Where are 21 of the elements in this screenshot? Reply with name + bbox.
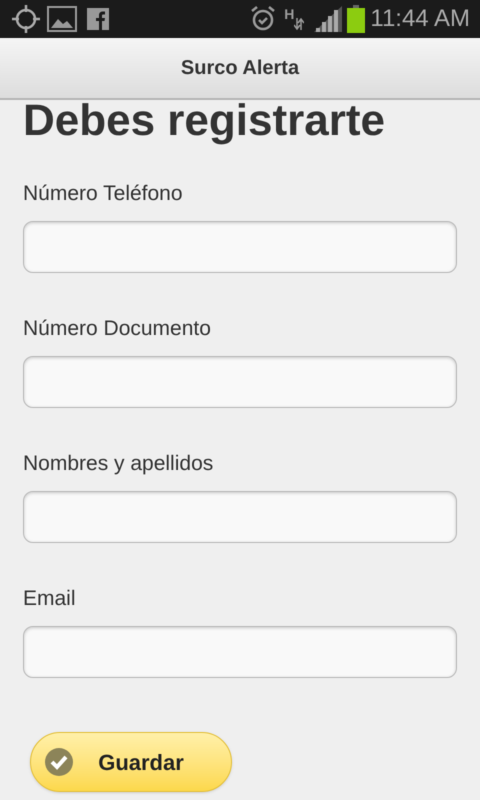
clock-time: 11:44 AM [370,4,470,34]
network-type: H [284,7,294,21]
signal-icon [314,6,342,32]
field-label: Email [23,586,77,612]
field-label: Número Teléfono [23,181,184,207]
save-button[interactable]: Guardar [30,732,232,792]
input-field[interactable] [23,491,457,543]
field-label: Número Documento [23,316,212,342]
input-field[interactable] [23,626,457,678]
image-icon [47,6,77,32]
gps-icon [10,3,42,35]
data-arrows-icon [294,18,304,30]
field-label: Nombres y apellidos [23,451,214,477]
check-icon [45,748,73,776]
input-field[interactable] [23,356,457,408]
facebook-icon [87,8,109,30]
app-title: Surco Alerta [180,56,300,81]
input-field[interactable] [23,221,457,273]
page-heading: Debes registrarte [23,98,386,144]
battery-icon [347,5,366,33]
alarm-clock-icon [250,5,276,33]
